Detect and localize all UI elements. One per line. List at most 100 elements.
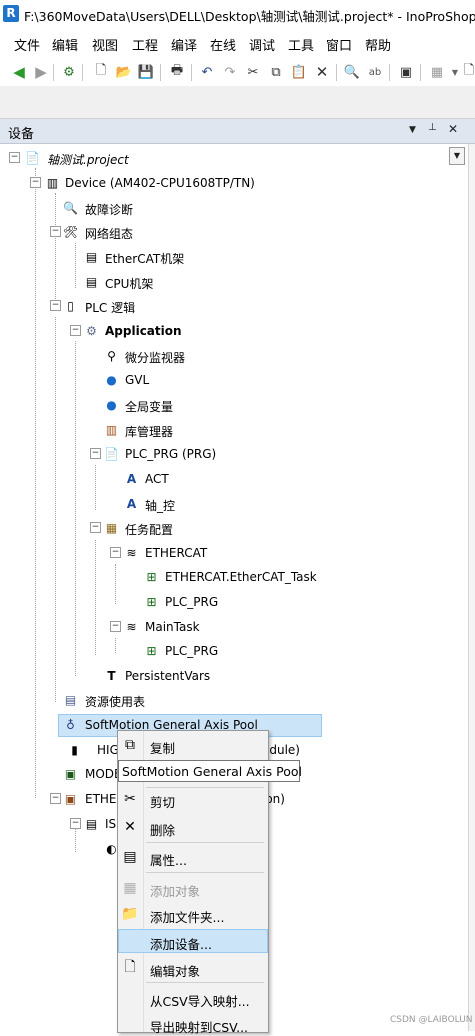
replace-icon[interactable]: ab (366, 63, 384, 81)
menu-item-add-object[interactable]: ▦ 添加对象 (118, 876, 268, 900)
toolbar-separator (82, 64, 83, 81)
collapse-toggle-icon[interactable]: − (70, 325, 81, 336)
monitor-icon: ⚲ (107, 348, 116, 363)
back-icon[interactable]: ◀ (10, 63, 28, 81)
menu-online[interactable]: 在线 (210, 35, 236, 54)
menu-item-delete[interactable]: ✕ 删除 (118, 815, 268, 839)
toolbar-separator (420, 64, 421, 81)
undo-icon[interactable]: ↶ (198, 63, 216, 81)
copy-icon[interactable]: ⧉ (267, 63, 285, 81)
menu-item-copy[interactable]: ⧉ 复制 (118, 733, 268, 757)
menu-item-properties[interactable]: ▤ 属性... (118, 845, 268, 869)
menu-build[interactable]: 编译 (171, 35, 197, 54)
menu-item-edit-object[interactable]: 🗋 编辑对象 (118, 956, 268, 980)
tree-item-gvl[interactable]: ● GVL (0, 370, 440, 390)
save-icon[interactable]: 💾 (137, 63, 155, 81)
menu-project[interactable]: 工程 (132, 35, 158, 54)
collapse-toggle-icon[interactable]: − (50, 300, 61, 311)
menu-bar: 文件 编辑 视图 工程 编译 在线 调试 工具 窗口 帮助 (0, 31, 475, 54)
paste-icon[interactable]: 📋 (290, 63, 308, 81)
open-folder-icon[interactable]: 📂 (115, 63, 133, 81)
collapse-toggle-icon[interactable]: − (50, 793, 61, 804)
toolbar-spacer (0, 86, 475, 119)
menu-tools[interactable]: 工具 (288, 35, 314, 54)
tree-item-ethercat-task[interactable]: − ≋ ETHERCAT (0, 543, 440, 563)
menu-item-export-csv[interactable]: 导出映射到CSV... (118, 1012, 268, 1036)
tree-item-main-task[interactable]: − ≋ MainTask (0, 617, 440, 637)
collapse-toggle-icon[interactable]: − (9, 152, 20, 163)
collapse-toggle-icon[interactable]: − (90, 448, 101, 459)
tree-item-task-config[interactable]: − ▦ 任务配置 (0, 518, 440, 538)
toolbar-separator (389, 64, 390, 81)
collapse-toggle-icon[interactable]: − (50, 226, 61, 237)
menu-file[interactable]: 文件 (14, 35, 40, 54)
collapse-toggle-icon[interactable]: − (70, 818, 81, 829)
task-call-icon: ⊞ (146, 594, 157, 609)
tree-item-project[interactable]: − 📄 轴测试.project (0, 148, 440, 168)
pin-icon[interactable]: ⊥ (428, 122, 437, 133)
tree-item-diff-monitor[interactable]: ⚲ 微分监视器 (0, 346, 440, 366)
tree-item-resource-table[interactable]: ▤ 资源使用表 (0, 690, 440, 710)
toolbar-separator (191, 64, 192, 81)
menu-item-add-folder[interactable]: 📁 添加文件夹... (118, 902, 268, 926)
new-file-icon[interactable]: 🗋 (92, 63, 110, 81)
file-icon[interactable]: 🗋 (460, 63, 475, 81)
tree-item-ethercat-task-call[interactable]: ⊞ ETHERCAT.EtherCAT_Task (0, 567, 440, 587)
collapse-toggle-icon[interactable]: − (30, 177, 41, 188)
panel-dropdown-icon[interactable]: ▼ (409, 125, 416, 135)
panel-title: 设备 (8, 127, 35, 142)
find-icon[interactable]: 🔍 (343, 63, 361, 81)
toolbar-separator (160, 64, 161, 81)
vertical-scrollbar[interactable] (468, 144, 475, 1031)
grid-icon[interactable]: ▦ (428, 63, 446, 81)
tree-item-diagnosis[interactable]: 🔍 故障诊断 (0, 198, 440, 218)
tree-dropdown-button[interactable]: ▼ (449, 147, 465, 165)
task-icon: ≋ (126, 619, 137, 634)
collapse-toggle-icon[interactable]: − (110, 547, 121, 558)
menu-help[interactable]: 帮助 (365, 35, 391, 54)
action-icon: A (126, 471, 137, 486)
forward-icon[interactable]: ▶ (32, 63, 50, 81)
menu-edit[interactable]: 编辑 (52, 35, 78, 54)
tree-item-plc-prg-call-2[interactable]: ⊞ PLC_PRG (0, 641, 440, 661)
tree-item-device[interactable]: − ▥ Device (AM402-CPU1608TP/TN) (0, 173, 440, 193)
tree-item-axis-control[interactable]: A 轴_控 (0, 494, 440, 514)
device-scan-icon[interactable]: ⚙ (60, 63, 78, 81)
tree-item-plc-logic[interactable]: − ▯ PLC 逻辑 (0, 296, 440, 316)
tree-item-global-vars[interactable]: ● 全局变量 (0, 395, 440, 415)
task-call-icon: ⊞ (146, 643, 157, 658)
delete-icon[interactable]: ✕ (313, 63, 331, 81)
project-icon: 📄 (25, 150, 40, 165)
toolbar: ◀ ▶ ⚙ 🗋 📂 💾 🖶 ↶ ↷ ✂ ⧉ 📋 ✕ 🔍 ab ▣ ▦ ▼ 🗋 (0, 58, 475, 86)
tree-item-cpu-rack[interactable]: ▤ CPU机架 (0, 272, 440, 292)
close-icon[interactable]: ✕ (448, 122, 458, 136)
menu-item-import-csv[interactable]: 从CSV导入映射... (118, 986, 268, 1010)
tree-item-ethercat-rack[interactable]: ▤ EtherCAT机架 (0, 247, 440, 267)
task-call-icon: ⊞ (146, 569, 157, 584)
network-config-icon: 🛠 (62, 224, 79, 239)
tree-item-library-manager[interactable]: ▥ 库管理器 (0, 420, 440, 440)
collapse-toggle-icon[interactable]: − (110, 621, 121, 632)
folder-icon: 📁 (121, 906, 139, 922)
delete-icon: ✕ (124, 819, 136, 835)
tree-item-plc-prg-call[interactable]: ⊞ PLC_PRG (0, 592, 440, 612)
axis-pool-icon: ♁ (66, 717, 75, 732)
tree-item-network-config[interactable]: − 🛠 网络组态 (0, 222, 440, 242)
menu-item-cut[interactable]: ✂ 剪切 (118, 787, 268, 811)
modbus-icon: ▣ (64, 766, 77, 781)
globe-icon: ● (106, 372, 117, 387)
window-icon[interactable]: ▣ (397, 63, 415, 81)
cut-icon[interactable]: ✂ (244, 63, 262, 81)
tree-item-plc-prg[interactable]: − 📄 PLC_PRG (PRG) (0, 444, 440, 464)
collapse-toggle-icon[interactable]: − (90, 522, 101, 533)
menu-debug[interactable]: 调试 (249, 35, 275, 54)
menu-window[interactable]: 窗口 (326, 35, 352, 54)
task-icon: ≋ (126, 545, 137, 560)
menu-item-add-device[interactable]: 添加设备... (118, 929, 268, 953)
print-icon[interactable]: 🖶 (168, 63, 186, 81)
tree-item-application[interactable]: − ⚙ Application (0, 321, 440, 341)
tree-item-act[interactable]: A ACT (0, 469, 440, 489)
redo-icon[interactable]: ↷ (221, 63, 239, 81)
menu-view[interactable]: 视图 (92, 35, 118, 54)
tree-item-persistent-vars[interactable]: T PersistentVars (0, 666, 440, 686)
